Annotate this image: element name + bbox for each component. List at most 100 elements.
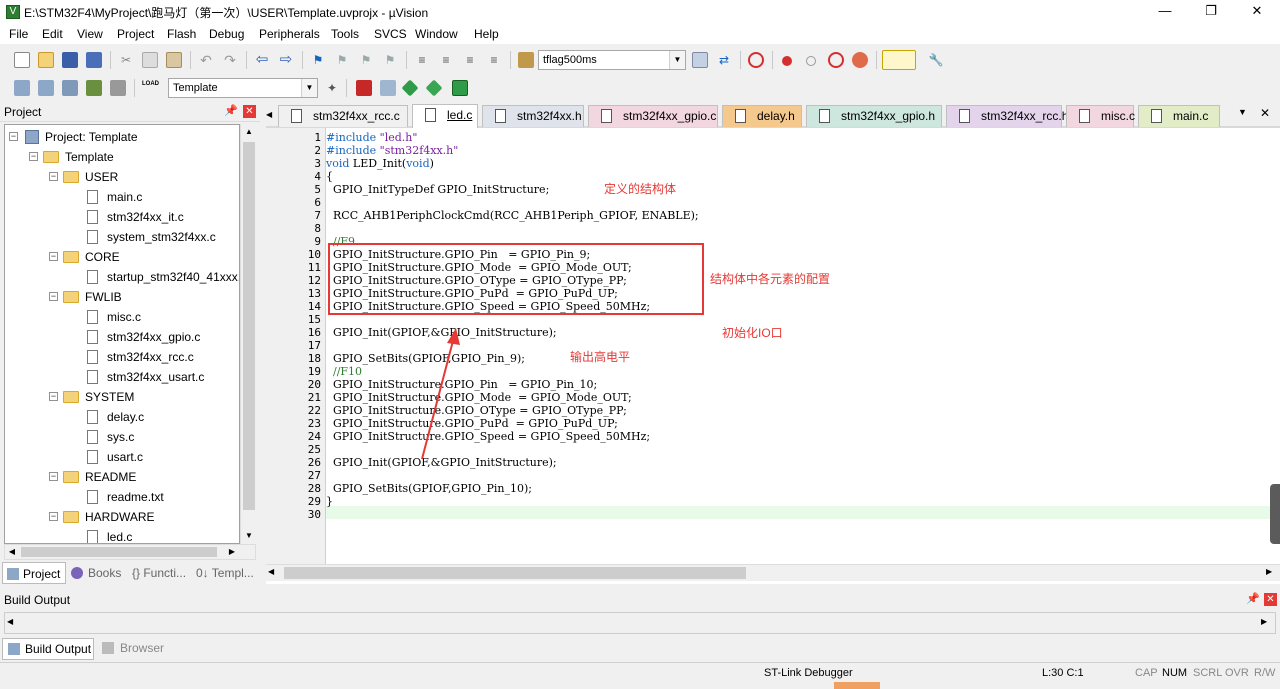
new-file-icon[interactable] bbox=[14, 52, 30, 68]
tree-vertical-scrollbar[interactable]: ▲ ▼ bbox=[240, 124, 256, 544]
chevron-down-icon[interactable]: ▼ bbox=[669, 51, 685, 69]
disable-all-breakpoints-icon[interactable] bbox=[828, 52, 844, 68]
menu-flash[interactable]: Flash bbox=[167, 27, 196, 41]
scroll-up-icon[interactable]: ▲ bbox=[242, 124, 256, 140]
collapse-icon[interactable]: − bbox=[9, 132, 18, 141]
close-window-button[interactable]: ✕ bbox=[1234, 0, 1280, 24]
collapse-icon[interactable]: − bbox=[49, 172, 58, 181]
collapse-icon[interactable]: − bbox=[49, 512, 58, 521]
menu-svcs[interactable]: SVCS bbox=[374, 27, 407, 41]
editor-horizontal-scrollbar[interactable]: ◀ ▶ bbox=[266, 564, 1280, 581]
toolbar-separator bbox=[246, 51, 247, 69]
stop-build-icon[interactable] bbox=[110, 80, 126, 96]
minimize-button[interactable]: — bbox=[1142, 0, 1188, 24]
pin-icon[interactable]: 📌 bbox=[224, 104, 238, 117]
collapse-icon[interactable]: − bbox=[29, 152, 38, 161]
kill-all-breakpoints-icon[interactable] bbox=[852, 52, 868, 68]
target-options-icon[interactable]: ✦ bbox=[324, 80, 340, 96]
manage-books-icon[interactable] bbox=[380, 80, 396, 96]
manage-components-icon[interactable] bbox=[401, 79, 419, 97]
tree-horizontal-scrollbar[interactable]: ◀ ▶ bbox=[4, 544, 256, 560]
tab-functions[interactable]: {} Functi... bbox=[128, 562, 190, 584]
incremental-find-icon[interactable]: ⇄ bbox=[716, 52, 732, 68]
collapse-icon[interactable]: − bbox=[49, 392, 58, 401]
menu-edit[interactable]: Edit bbox=[42, 27, 63, 41]
select-packs-icon[interactable] bbox=[425, 79, 443, 97]
manage-project-icon[interactable] bbox=[356, 80, 372, 96]
translate-icon[interactable] bbox=[14, 80, 30, 96]
toolbar-separator bbox=[302, 51, 303, 69]
tree-label: system_stm32f4xx.c bbox=[107, 230, 216, 244]
batch-build-icon[interactable] bbox=[86, 80, 102, 96]
save-all-icon[interactable] bbox=[86, 52, 102, 68]
open-file-icon[interactable] bbox=[38, 52, 54, 68]
close-panel-icon[interactable]: ✕ bbox=[243, 105, 256, 118]
menu-bar: File Edit View Project Flash Debug Perip… bbox=[0, 24, 1280, 44]
unindent-icon[interactable]: ≡ bbox=[438, 52, 454, 68]
window-layout-icon[interactable] bbox=[882, 50, 916, 70]
menu-tools[interactable]: Tools bbox=[331, 27, 359, 41]
scroll-right-icon[interactable]: ▶ bbox=[225, 545, 239, 559]
editor-area: ◀ ▼ ✕ stm32f4xx_rcc.c led.c stm32f4xx.h stm… bbox=[266, 102, 1280, 584]
disable-breakpoint-icon[interactable] bbox=[806, 56, 816, 66]
comment-icon[interactable]: ≡ bbox=[462, 52, 478, 68]
scroll-right-icon[interactable]: ▶ bbox=[1261, 617, 1267, 626]
rebuild-icon[interactable] bbox=[62, 80, 78, 96]
save-icon[interactable] bbox=[62, 52, 78, 68]
copy-icon[interactable] bbox=[142, 52, 158, 68]
scroll-thumb[interactable] bbox=[21, 547, 217, 557]
menu-help[interactable]: Help bbox=[474, 27, 499, 41]
paste-icon[interactable] bbox=[166, 52, 182, 68]
debug-session-icon[interactable] bbox=[748, 52, 764, 68]
scroll-thumb[interactable] bbox=[243, 142, 255, 510]
menu-debug[interactable]: Debug bbox=[209, 27, 244, 41]
tab-templates[interactable]: 0↓ Templ... bbox=[192, 562, 258, 584]
find-icon[interactable] bbox=[692, 52, 708, 68]
tab-books[interactable]: Books bbox=[68, 562, 126, 584]
menu-project[interactable]: Project bbox=[117, 27, 154, 41]
menu-view[interactable]: View bbox=[77, 27, 103, 41]
tree-label: stm32f4xx_it.c bbox=[107, 210, 184, 224]
tree-label: led.c bbox=[107, 530, 133, 544]
scroll-left-icon[interactable]: ◀ bbox=[268, 567, 274, 576]
pin-icon[interactable]: 📌 bbox=[1246, 592, 1260, 605]
undo-icon[interactable]: ↶ bbox=[198, 52, 214, 68]
collapse-icon[interactable]: − bbox=[49, 472, 58, 481]
collapse-icon[interactable]: − bbox=[49, 252, 58, 261]
collapse-icon[interactable]: − bbox=[49, 292, 58, 301]
nav-back-icon[interactable]: ⇦ bbox=[254, 52, 270, 68]
next-bookmark-icon[interactable]: ⚑ bbox=[358, 52, 374, 68]
find-in-files-icon[interactable] bbox=[518, 52, 534, 68]
scroll-left-icon[interactable]: ◀ bbox=[7, 617, 13, 626]
side-handle[interactable] bbox=[1270, 484, 1280, 544]
scroll-left-icon[interactable]: ◀ bbox=[5, 545, 19, 559]
nav-forward-icon[interactable]: ⇨ bbox=[278, 52, 294, 68]
scroll-thumb[interactable] bbox=[284, 567, 746, 579]
bookmark-icon[interactable]: ⚑ bbox=[310, 52, 326, 68]
redo-icon[interactable]: ↷ bbox=[222, 52, 238, 68]
uncomment-icon[interactable]: ≡ bbox=[486, 52, 502, 68]
menu-file[interactable]: File bbox=[9, 27, 28, 41]
scroll-right-icon[interactable]: ▶ bbox=[1266, 567, 1272, 576]
build-output-text[interactable]: ◀ ▶ bbox=[4, 612, 1276, 634]
target-select[interactable]: Template ▼ bbox=[168, 78, 318, 98]
menu-peripherals[interactable]: Peripherals bbox=[259, 27, 320, 41]
prev-bookmark-icon[interactable]: ⚑ bbox=[334, 52, 350, 68]
indent-icon[interactable]: ≡ bbox=[414, 52, 430, 68]
clear-bookmarks-icon[interactable]: ⚑ bbox=[382, 52, 398, 68]
build-icon[interactable] bbox=[38, 80, 54, 96]
tab-build-output[interactable]: Build Output bbox=[2, 638, 94, 660]
download-icon[interactable]: LOAD bbox=[142, 80, 159, 96]
tab-browser[interactable]: Browser bbox=[98, 638, 168, 660]
tab-project[interactable]: Project bbox=[2, 562, 66, 584]
chevron-down-icon[interactable]: ▼ bbox=[301, 79, 317, 97]
close-panel-icon[interactable]: ✕ bbox=[1264, 593, 1277, 606]
maximize-button[interactable]: ❐ bbox=[1188, 0, 1234, 24]
breakpoint-icon[interactable] bbox=[782, 56, 792, 66]
pack-installer-icon[interactable] bbox=[452, 80, 468, 96]
cut-icon[interactable]: ✂ bbox=[118, 52, 134, 68]
menu-window[interactable]: Window bbox=[415, 27, 458, 41]
configure-icon[interactable]: 🔧 bbox=[928, 52, 944, 68]
scroll-down-icon[interactable]: ▼ bbox=[242, 528, 256, 544]
find-combo[interactable]: tflag500ms ▼ bbox=[538, 50, 686, 70]
